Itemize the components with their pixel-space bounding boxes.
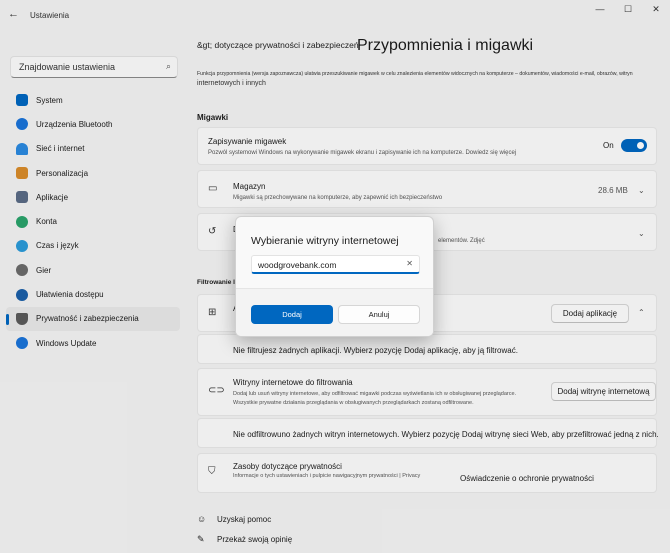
cancel-button[interactable]: Anuluj: [338, 305, 420, 324]
add-button[interactable]: Dodaj: [251, 305, 333, 324]
website-input[interactable]: woodgrovebank.com ✕: [251, 255, 420, 274]
clear-icon[interactable]: ✕: [406, 259, 413, 268]
website-input-value[interactable]: woodgrovebank.com: [258, 260, 336, 270]
dialog-title: Wybieranie witryny internetowej: [251, 235, 399, 247]
dialog-footer: Dodaj Anuluj: [236, 288, 433, 336]
website-picker-dialog: Wybieranie witryny internetowej woodgrov…: [235, 216, 434, 337]
